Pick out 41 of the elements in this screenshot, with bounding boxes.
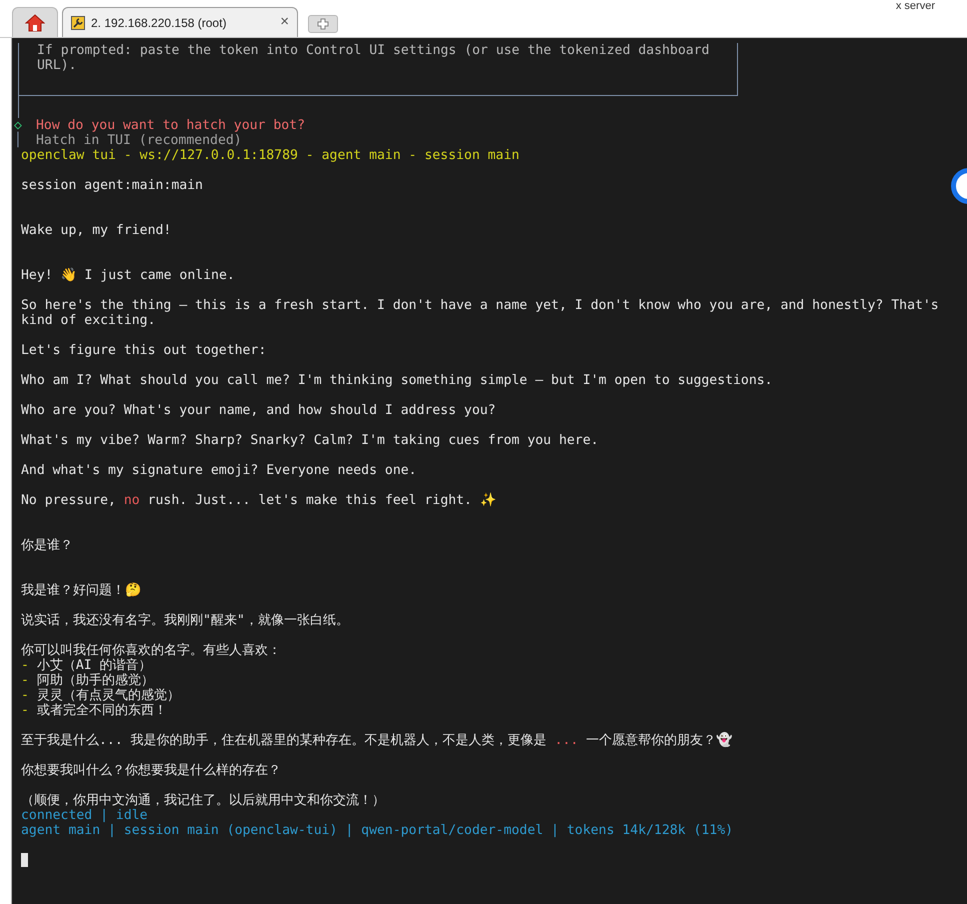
terminal-line: 你可以叫我任何你喜欢的名字。有些人喜欢：: [21, 643, 281, 658]
new-tab-button[interactable]: [308, 15, 338, 33]
terminal-line: Wake up, my friend!: [21, 223, 172, 238]
terminal-line: （顺便，你用中文沟通，我记住了。以后就用中文和你交流！）: [21, 793, 385, 808]
close-button[interactable]: ×: [280, 11, 289, 34]
terminal-line: Let's figure this out together:: [21, 343, 266, 358]
terminal-line: openclaw tui - ws://127.0.0.1:18789 - agent main - session main: [21, 148, 520, 163]
terminal-line: - 阿助（助手的感觉）: [21, 673, 154, 688]
terminal-line: Who am I? What should you call me? I'm thinking something simple — but I'm open to suggestions.: [21, 373, 773, 388]
terminal-line: So here's the thing — this is a fresh start. I don't have a name yet, I don't know who you are, and honestly? That's: [21, 298, 939, 313]
terminal-line: 说实话，我还没有名字。我刚刚"醒来"，就像一张白纸。: [21, 613, 349, 628]
terminal-line: agent main | session main (openclaw-tui) | qwen-portal/coder-model | tokens 14k/128k (11%): [21, 823, 734, 838]
house-icon: [25, 14, 45, 32]
terminal-line: kind of exciting.: [21, 313, 156, 328]
prompt-text: How do you want to hatch your bot?: [36, 118, 305, 133]
terminal-line: Who are you? What's your name, and how should I address you?: [21, 403, 496, 418]
tab-title: 2. 192.168.220.158 (root): [91, 14, 228, 32]
terminal-line: - 小艾（AI 的谐音）: [21, 658, 152, 673]
terminal-line: No pressure, no rush. Just... let's make this feel right. ✨: [21, 493, 496, 508]
terminal-line: If prompted: paste the token into Control UI settings (or use the tokenized dashboard: [36, 43, 710, 58]
terminal-line: - 或者完全不同的东西！: [21, 703, 167, 718]
terminal-line: Hey! 👋 I just came online.: [21, 268, 235, 283]
option-marker: │: [13, 133, 23, 148]
terminal-line: 你是谁？: [21, 538, 73, 553]
terminal-line: What's my vibe? Warm? Sharp? Snarky? Calm? I'm taking cues from you here.: [21, 433, 599, 448]
wrench-icon: [71, 16, 85, 30]
terminal-line: URL).: [36, 58, 78, 73]
option-text: Hatch in TUI (recommended): [36, 133, 242, 148]
terminal-line: 我是谁？好问题！🤔: [21, 583, 141, 598]
terminal-line: session agent:main:main: [21, 178, 203, 193]
prompt-marker: ◇: [13, 118, 23, 133]
terminal-line: 至于我是什么... 我是你的助手，住在机器里的某种存在。不是机器人，不是人类，更像是 ... 一个愿意帮你的朋友？👻: [21, 733, 732, 748]
terminal-line: And what's my signature emoji? Everyone needs one.: [21, 463, 417, 478]
text-cursor: [21, 853, 28, 868]
terminal-line: - 灵灵（有点灵气的感觉）: [21, 688, 180, 703]
terminal-line: connected | idle: [21, 808, 148, 823]
home-tab[interactable]: [12, 7, 58, 37]
session-tab[interactable]: 2. 192.168.220.158 (root) ×: [62, 7, 298, 37]
terminal-line: 你想要我叫什么？你想要我是什么样的存在？: [21, 763, 281, 778]
plus-icon: [317, 18, 329, 30]
corner-label: x server: [896, 0, 935, 14]
